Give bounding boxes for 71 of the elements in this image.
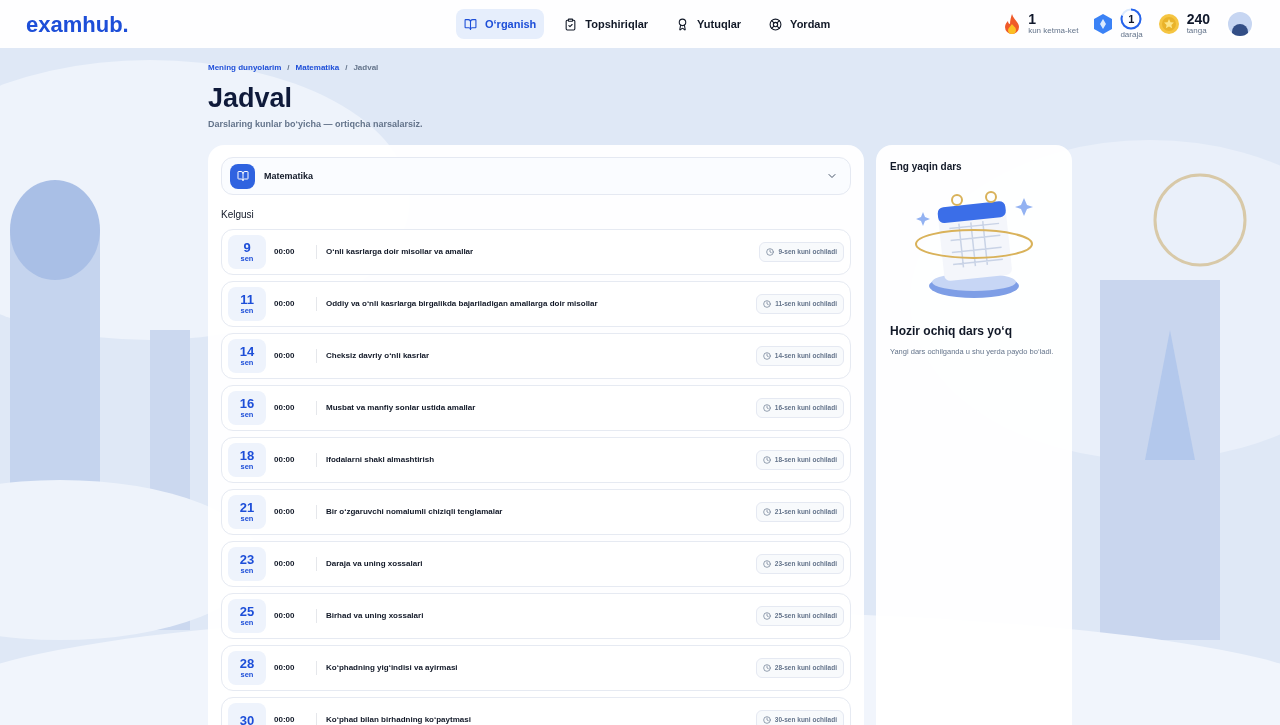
clock-icon [762,456,771,465]
clock-icon [762,508,771,517]
day-number: 18 [239,449,255,463]
lesson-title: Birhad va uning xossalari [326,610,424,623]
day-number: 9 [243,241,251,255]
clock-icon [766,248,775,257]
lesson-time: 00:00 [274,506,296,519]
page-title: Jadval [208,82,294,115]
card-title: Eng yaqin dars [890,160,963,175]
day-number: 11 [240,293,254,307]
clock-icon [762,560,771,569]
lesson-time: 00:00 [274,350,296,363]
lifebuoy-icon [769,17,783,31]
day-number: 23 [239,553,255,567]
coin-icon [1158,14,1179,34]
lesson-time: 00:00 [274,246,296,259]
clock-icon [762,612,771,621]
clipboard-icon [564,17,578,31]
lesson-title: Daraja va uning xossalari [326,558,423,571]
clock-icon [762,352,771,361]
flame-icon [1004,14,1021,34]
lesson-title: Cheksiz davriy o‘nli kasrlar [326,350,430,363]
breadcrumb-link[interactable]: Mening dunyolarim [208,62,282,74]
breadcrumb-separator: / [287,62,290,74]
avatar[interactable] [1226,10,1254,38]
nav-tab[interactable]: Topshiriqlar [556,9,657,39]
nav-tab[interactable]: Yordam [761,9,839,39]
nav-tab[interactable]: Yutuqlar [668,9,750,39]
lesson-time: 00:00 [274,610,296,623]
lesson-title: Musbat va manfiy sonlar ustida amallar [326,402,476,415]
book-icon [464,17,477,31]
breadcrumb-link[interactable]: Matematika [295,62,340,74]
lesson-time: 00:00 [274,714,296,725]
stat-value: 1 [1028,12,1036,26]
subject-dropdown[interactable]: Matematika [221,157,851,196]
day-number: 14 [239,345,255,359]
lesson-title: O‘nli kasrlarga doir misollar va amallar [326,246,474,259]
lesson-title: Ko‘phad bilan birhadning ko‘paytmasi [326,714,471,725]
empty-state-title: Hozir ochiq dars yo‘q [890,323,1013,341]
day-number: 21 [239,501,255,515]
lesson-title: Ko‘phadning yig‘indisi va ayirmasi [326,662,458,675]
stat-label: tanga [1186,26,1207,36]
lesson-time: 00:00 [274,454,296,467]
day-number: 16 [239,397,255,411]
clock-icon [763,300,772,309]
lesson-time: 00:00 [274,402,296,415]
lesson-time: 00:00 [274,558,296,571]
book-icon [230,163,255,189]
day-number: 25 [239,605,255,619]
page-subtitle: Darslaring kunlar bo‘yicha — ortiqcha narsalarsiz. [208,117,424,131]
level-ring [1120,8,1142,30]
level-value: 1 [1128,11,1135,27]
breadcrumb-current: Jadval [353,62,379,74]
hexagon-gem-icon [1094,14,1113,34]
clock-icon [762,404,771,413]
section-label: Kelgusi [221,208,255,223]
stat-label: daraja [1120,30,1143,40]
lesson-title: Ifodalarni shakl almashtirish [326,454,435,467]
lesson-time: 00:00 [274,662,296,675]
day-number: 30 [239,713,255,725]
stat-label: kun ketma-ket [1028,26,1079,36]
nav-tab[interactable]: O‘rganish [456,9,545,39]
breadcrumb-separator: / [345,62,348,74]
lesson-title: Oddiy va o‘nli kasrlarga birgalikda bajariladigan amallarga doir misollar [326,298,598,311]
lesson-title: Bir o‘zgaruvchi nomalumli chiziqli tenglamalar [326,506,503,519]
stat-value: 240 [1186,12,1210,26]
day-number: 28 [239,657,255,671]
clock-icon [762,716,771,725]
clock-icon [762,664,771,673]
lesson-time: 00:00 [274,298,296,311]
logo[interactable]: examhub. [26,7,456,41]
